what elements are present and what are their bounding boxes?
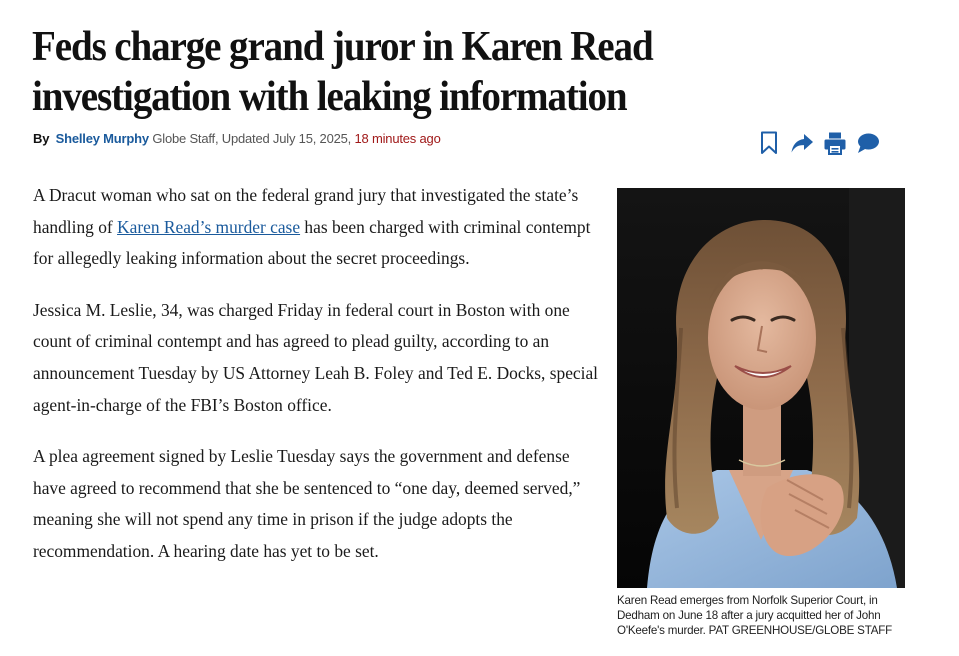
share-icon — [791, 134, 813, 153]
comment-button[interactable] — [856, 131, 880, 155]
article-tools — [757, 131, 880, 155]
article-paragraph-3: A plea agreement signed by Leslie Tuesda… — [33, 446, 581, 561]
article-paragraph-1: A Dracut woman who sat on the federal gr… — [33, 180, 603, 275]
byline-time-ago: 18 minutes ago — [354, 131, 441, 146]
bookmark-icon — [761, 131, 777, 154]
murder-case-link[interactable]: Karen Read’s murder case — [117, 217, 300, 237]
article-headline: Feds charge grand juror in Karen Read in… — [32, 24, 654, 120]
author-link[interactable]: Shelley Murphy — [56, 131, 149, 146]
bookmark-button[interactable] — [757, 131, 781, 155]
article-paragraph-2: Jessica M. Leslie, 34, was charged Frida… — [33, 299, 599, 415]
photo-caption: Karen Read emerges from Norfolk Superior… — [617, 594, 893, 638]
byline: By Shelley Murphy Globe Staff, Updated J… — [33, 131, 441, 146]
article-photo — [617, 188, 905, 588]
share-button[interactable] — [790, 131, 814, 155]
karen-read-photo — [617, 188, 905, 588]
print-button[interactable] — [823, 131, 847, 155]
comment-icon — [858, 133, 879, 153]
byline-meta: Globe Staff, Updated July 15, 2025, — [152, 131, 352, 146]
byline-prefix: By — [33, 131, 50, 146]
article-body: A Dracut woman who sat on the federal gr… — [33, 180, 603, 588]
print-icon — [824, 132, 846, 155]
